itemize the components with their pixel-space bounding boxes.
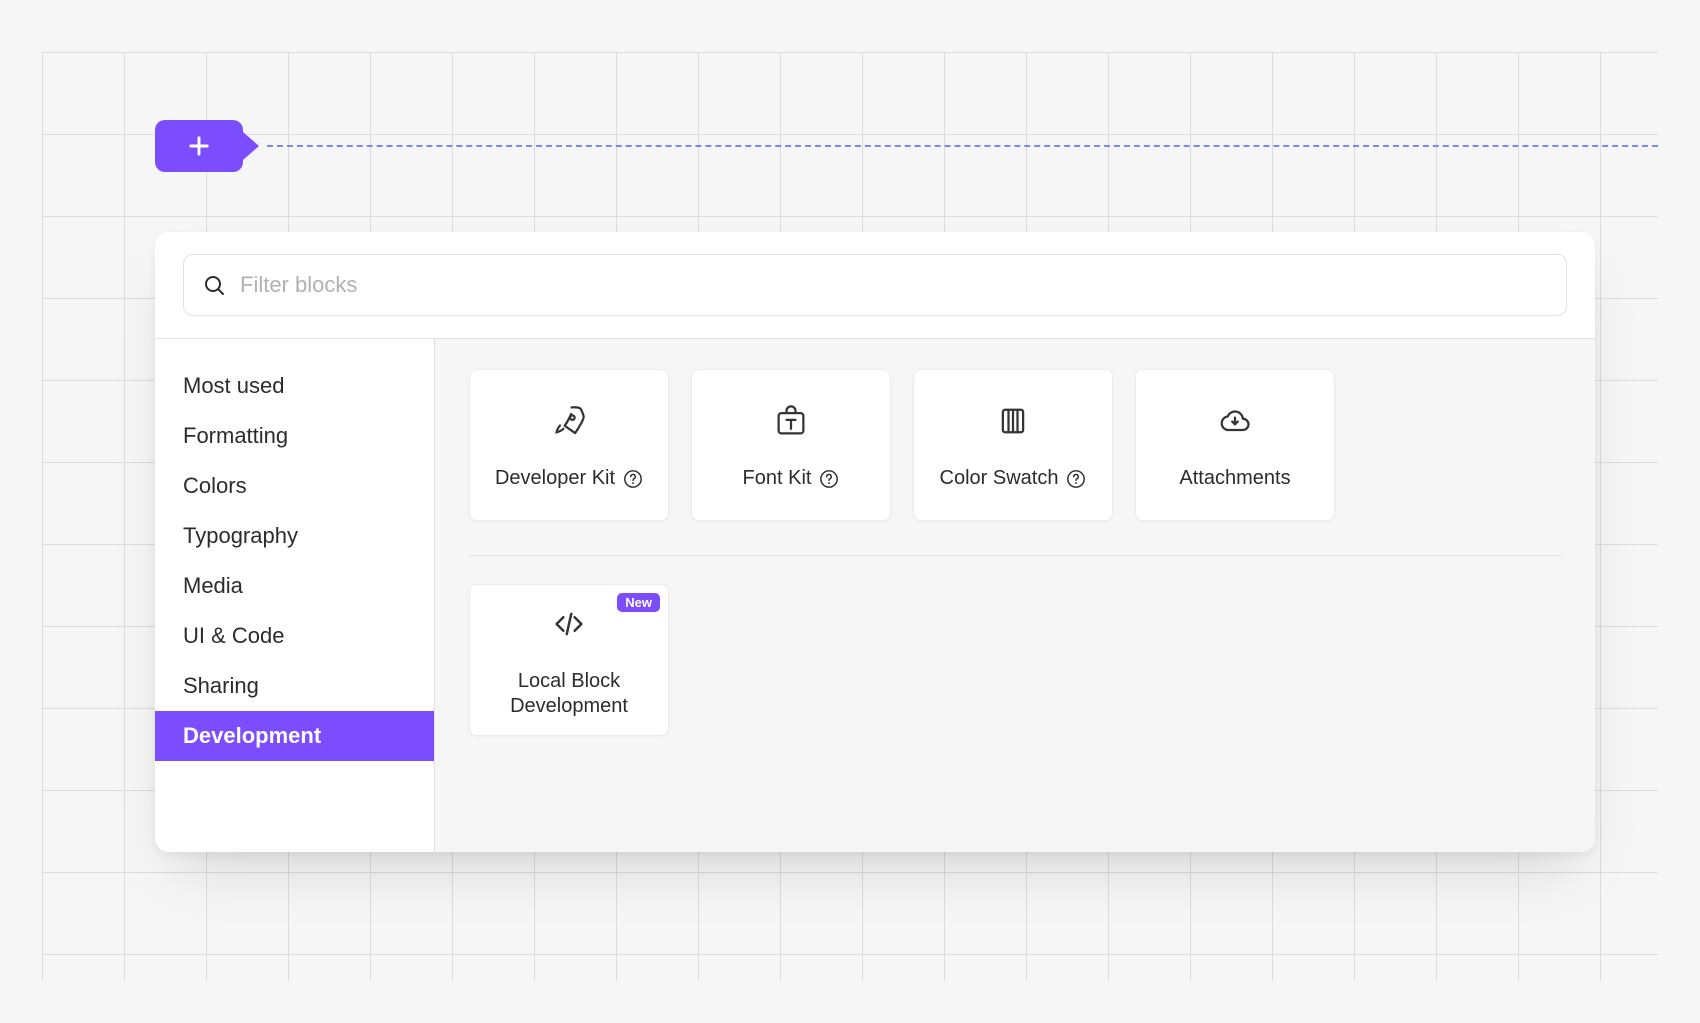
section-divider	[469, 555, 1561, 556]
sidebar-item-formatting[interactable]: Formatting	[155, 411, 434, 461]
sidebar-item-most-used[interactable]: Most used	[155, 361, 434, 411]
block-card-developer-kit[interactable]: Developer Kit	[469, 369, 669, 521]
search-icon	[202, 273, 226, 297]
sidebar-item-typography[interactable]: Typography	[155, 511, 434, 561]
help-icon[interactable]	[819, 469, 839, 489]
block-card-label: Local Block Development	[482, 669, 656, 719]
block-card-font-kit[interactable]: Font Kit	[691, 369, 891, 521]
sidebar-item-sharing[interactable]: Sharing	[155, 661, 434, 711]
sidebar-item-ui-code[interactable]: UI & Code	[155, 611, 434, 661]
rocket-icon	[551, 403, 587, 444]
category-sidebar: Most used Formatting Colors Typography M…	[155, 339, 435, 852]
block-grid: Developer Kit Font Kit	[435, 339, 1595, 852]
block-card-color-swatch[interactable]: Color Swatch	[913, 369, 1113, 521]
sidebar-item-media[interactable]: Media	[155, 561, 434, 611]
insert-line	[267, 145, 1658, 147]
insert-row	[155, 120, 1658, 172]
block-card-local-block-dev[interactable]: New Local Block Development	[469, 584, 669, 736]
plus-icon	[185, 132, 213, 160]
filter-search[interactable]	[183, 254, 1567, 316]
block-card-label: Font Kit	[743, 466, 812, 491]
filter-input[interactable]	[238, 271, 1548, 299]
new-badge: New	[617, 593, 660, 612]
block-card-label: Color Swatch	[940, 466, 1059, 491]
block-card-label: Developer Kit	[495, 466, 615, 491]
font-case-icon	[773, 403, 809, 444]
swatch-icon	[995, 403, 1031, 444]
block-section-primary: Developer Kit Font Kit	[469, 369, 1561, 521]
filter-bar	[155, 232, 1595, 338]
sidebar-item-development[interactable]: Development	[155, 711, 434, 761]
sidebar-item-colors[interactable]: Colors	[155, 461, 434, 511]
help-icon[interactable]	[623, 469, 643, 489]
picker-body: Most used Formatting Colors Typography M…	[155, 338, 1595, 852]
block-card-label: Attachments	[1179, 466, 1290, 491]
add-block-button[interactable]	[155, 120, 243, 172]
help-icon[interactable]	[1066, 469, 1086, 489]
block-section-secondary: New Local Block Development	[469, 584, 1561, 736]
block-picker-panel: Most used Formatting Colors Typography M…	[155, 232, 1595, 852]
block-card-attachments[interactable]: Attachments	[1135, 369, 1335, 521]
code-icon	[551, 606, 587, 647]
cloud-download-icon	[1217, 403, 1253, 444]
